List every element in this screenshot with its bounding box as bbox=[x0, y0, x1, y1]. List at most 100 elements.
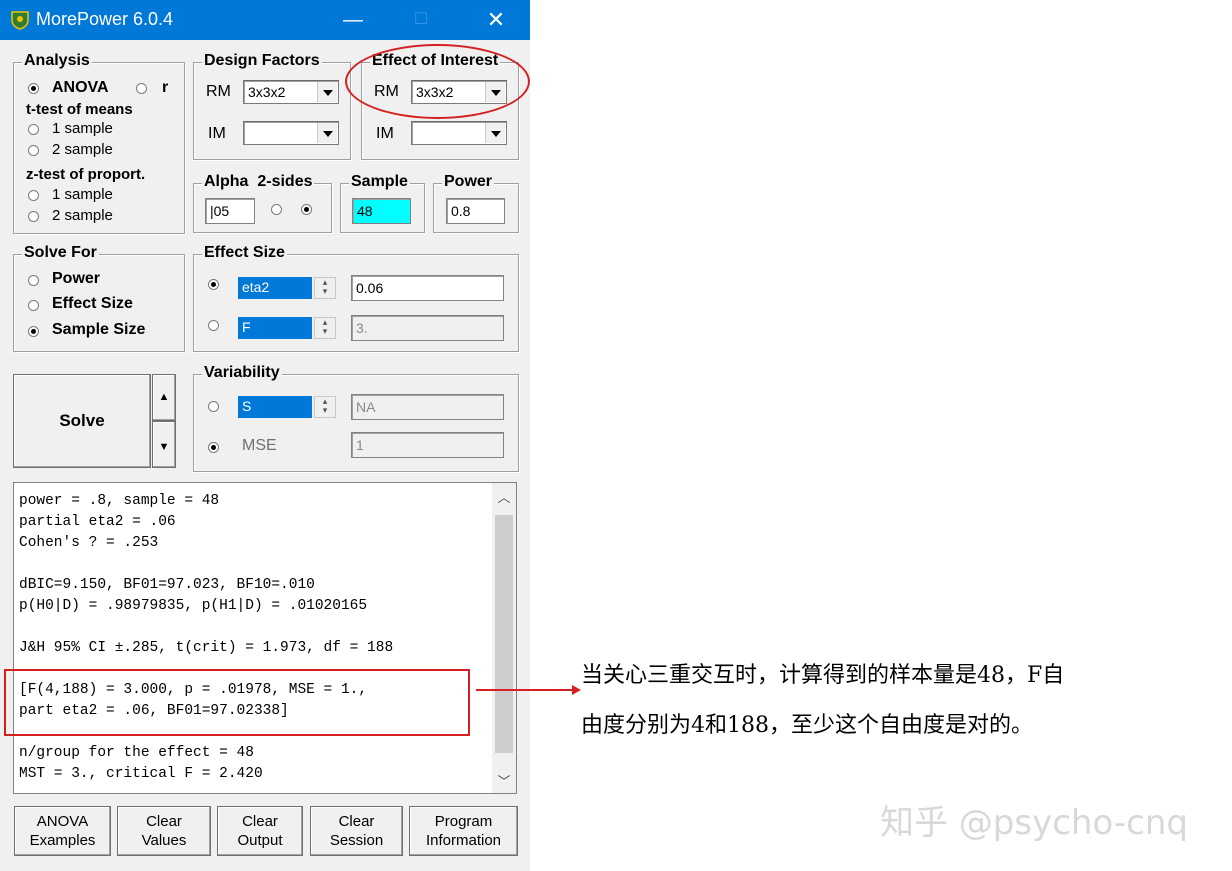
anova-examples-line2: Examples bbox=[29, 832, 96, 849]
output-text: power = .8, sample = 48 partial eta2 = .0… bbox=[19, 491, 393, 785]
analysis-title: Analysis bbox=[22, 52, 92, 70]
clear-session-button[interactable]: Clear Session bbox=[310, 806, 403, 856]
program-info-line1: Program bbox=[434, 813, 493, 830]
title-bar[interactable]: MorePower 6.0.4 — ☐ ✕ bbox=[0, 0, 530, 40]
clear-values-line2: Values bbox=[141, 832, 187, 849]
anova-examples-line1: ANOVA bbox=[36, 813, 89, 830]
solve-power-radio[interactable] bbox=[28, 275, 39, 286]
chevron-down-icon[interactable] bbox=[317, 123, 337, 143]
spin-arrows-icon[interactable]: ▴ ▾ bbox=[314, 396, 336, 418]
ttest-1-radio[interactable] bbox=[28, 124, 39, 135]
alpha-title: Alpha 2-sides bbox=[202, 173, 315, 191]
s-radio[interactable] bbox=[208, 401, 219, 412]
maximize-button[interactable]: ☐ bbox=[398, 0, 444, 40]
ttest-2-label: 2 sample bbox=[52, 141, 113, 158]
solve-effect-size-radio[interactable] bbox=[28, 300, 39, 311]
analysis-group: Analysis ANOVA r t-test of means 1 sampl… bbox=[13, 52, 185, 234]
output-line: power = .8, sample = 48 bbox=[19, 493, 220, 509]
power-field[interactable]: 0.8 bbox=[446, 198, 505, 224]
mse-radio[interactable] bbox=[208, 442, 219, 453]
output-line: J&H 95% CI ±.285, t(crit) = 1.973, df = … bbox=[19, 640, 394, 656]
interest-im-label: IM bbox=[376, 125, 394, 142]
eta2-radio[interactable] bbox=[208, 279, 219, 290]
clear-values-button[interactable]: Clear Values bbox=[117, 806, 211, 856]
chevron-down-icon[interactable] bbox=[317, 82, 337, 102]
f-field[interactable]: 3. bbox=[351, 315, 504, 341]
chevron-down-icon[interactable] bbox=[485, 123, 505, 143]
annotation-arrow-head-icon bbox=[572, 685, 581, 695]
highlight-ellipse bbox=[345, 44, 530, 119]
annotation-note-line1: 当关心三重交互时，计算得到的样本量是48，F自 bbox=[581, 663, 1065, 688]
clear-values-line1: Clear bbox=[146, 813, 182, 830]
close-button[interactable]: ✕ bbox=[473, 0, 519, 40]
watermark: 知乎 @psycho-cnq bbox=[880, 803, 1188, 843]
eta2-label: eta2 bbox=[238, 277, 312, 299]
window-title: MorePower 6.0.4 bbox=[36, 9, 174, 29]
two-sides-radio[interactable] bbox=[301, 204, 312, 215]
program-info-line2: Information bbox=[425, 832, 502, 849]
scroll-down-icon[interactable]: ﹀ bbox=[492, 771, 516, 793]
spin-arrows-icon[interactable]: ▴ ▾ bbox=[314, 277, 336, 299]
eta2-field[interactable]: 0.06 bbox=[351, 275, 504, 301]
highlight-rectangle bbox=[4, 669, 470, 736]
solve-down-arrow-icon[interactable]: ▼ bbox=[152, 421, 176, 468]
solve-button[interactable]: Solve bbox=[13, 374, 151, 468]
alpha-field[interactable]: |05 bbox=[205, 198, 255, 224]
effect-size-title: Effect Size bbox=[202, 244, 287, 262]
r-radio[interactable] bbox=[136, 83, 147, 94]
sample-group: Sample 48 bbox=[340, 173, 425, 233]
clear-output-line1: Clear bbox=[242, 813, 278, 830]
spin-arrows-icon[interactable]: ▴ ▾ bbox=[314, 317, 336, 339]
design-rm-label: RM bbox=[206, 83, 231, 100]
solve-power-label: Power bbox=[52, 270, 101, 287]
scroll-thumb[interactable] bbox=[495, 515, 513, 753]
power-group: Power 0.8 bbox=[433, 173, 519, 233]
anova-examples-button[interactable]: ANOVA Examples bbox=[14, 806, 111, 856]
f-radio[interactable] bbox=[208, 320, 219, 331]
anova-radio[interactable] bbox=[28, 83, 39, 94]
f-label: F bbox=[238, 317, 312, 339]
output-line: MST = 3., critical F = 2.420 bbox=[19, 766, 263, 782]
design-factors-group: Design Factors RM 3x3x2 IM bbox=[193, 52, 351, 160]
output-line: p(H0|D) = .98979835, p(H1|D) = .01020165 bbox=[19, 598, 368, 614]
r-label: r bbox=[162, 79, 169, 96]
design-im-label: IM bbox=[208, 125, 226, 142]
s-label: S bbox=[238, 396, 312, 418]
output-line: n/group for the effect = 48 bbox=[19, 745, 254, 761]
output-line: partial eta2 = .06 bbox=[19, 514, 176, 530]
mse-field[interactable]: 1 bbox=[351, 432, 504, 458]
sample-field[interactable]: 48 bbox=[352, 198, 411, 224]
mse-label: MSE bbox=[242, 437, 277, 454]
ttest-heading: t-test of means bbox=[26, 101, 133, 118]
solve-up-arrow-icon[interactable]: ▲ bbox=[152, 374, 176, 421]
ttest-2-radio[interactable] bbox=[28, 145, 39, 156]
power-title: Power bbox=[442, 173, 495, 191]
solve-for-group: Solve For Power Effect Size Sample Size bbox=[13, 244, 185, 352]
anova-label: ANOVA bbox=[52, 79, 109, 96]
program-information-button[interactable]: Program Information bbox=[409, 806, 518, 856]
variability-title: Variability bbox=[202, 364, 282, 382]
clear-output-button[interactable]: Clear Output bbox=[217, 806, 303, 856]
ttest-1-label: 1 sample bbox=[52, 120, 113, 137]
scroll-up-icon[interactable]: ︿ bbox=[492, 487, 516, 509]
two-sides-label: 2-sides bbox=[257, 173, 313, 190]
output-scrollbar[interactable]: ︿ ﹀ bbox=[492, 483, 516, 793]
one-side-radio[interactable] bbox=[271, 204, 282, 215]
ztest-1-radio[interactable] bbox=[28, 190, 39, 201]
effect-size-group: Effect Size eta2 ▴ ▾ 0.06 F ▴ ▾ 3. bbox=[193, 244, 519, 352]
alpha-group: Alpha 2-sides |05 bbox=[193, 173, 332, 233]
minimize-button[interactable]: — bbox=[330, 0, 376, 40]
ztest-2-radio[interactable] bbox=[28, 211, 39, 222]
solve-sample-size-radio[interactable] bbox=[28, 326, 39, 337]
interest-im-combo[interactable] bbox=[411, 121, 507, 145]
s-field[interactable]: NA bbox=[351, 394, 504, 420]
app-shield-icon bbox=[11, 11, 29, 30]
ztest-heading: z-test of proport. bbox=[26, 166, 146, 183]
design-im-combo[interactable] bbox=[243, 121, 339, 145]
output-line: dBIC=9.150, BF01=97.023, BF10=.010 bbox=[19, 577, 315, 593]
clear-session-line1: Clear bbox=[338, 813, 375, 830]
design-rm-combo[interactable]: 3x3x2 bbox=[243, 80, 339, 104]
output-textarea[interactable]: power = .8, sample = 48 partial eta2 = .0… bbox=[13, 482, 517, 794]
solve-sample-size-label: Sample Size bbox=[52, 321, 146, 338]
ztest-1-label: 1 sample bbox=[52, 186, 113, 203]
